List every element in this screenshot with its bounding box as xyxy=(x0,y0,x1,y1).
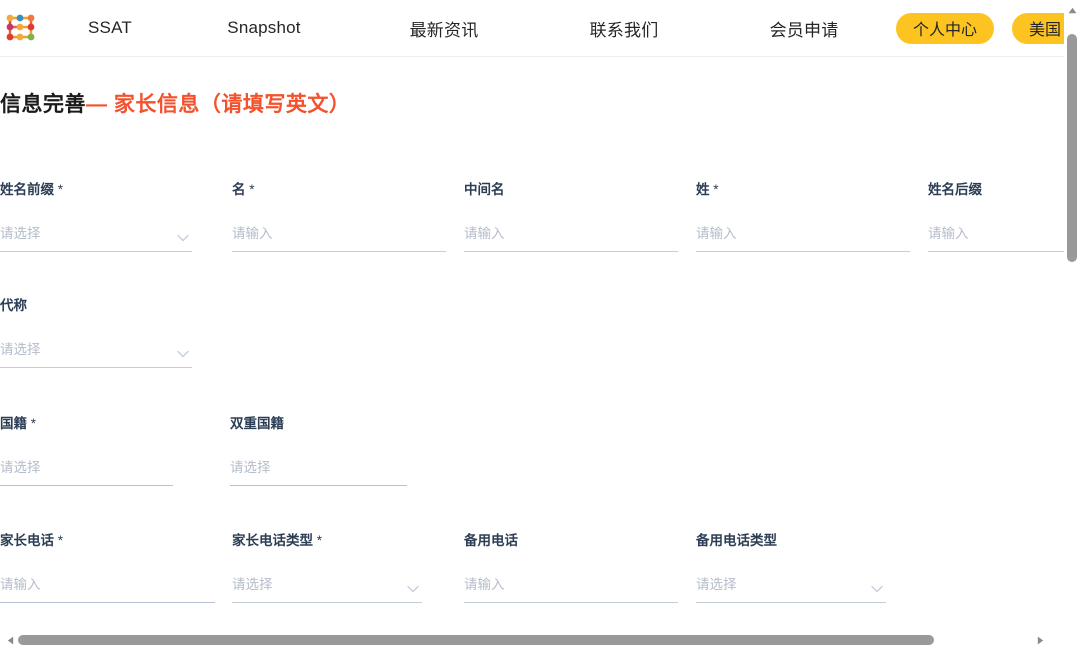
required-marker-parent-phone-type: * xyxy=(313,533,323,548)
select-name-prefix[interactable]: 请选择 xyxy=(0,222,192,252)
scroll-right-arrow-icon[interactable] xyxy=(1032,632,1048,648)
form-field-nationality: 国籍 * 请选择 xyxy=(0,416,173,486)
placeholder-backup-phone: 请输入 xyxy=(464,576,505,592)
form-field-name-prefix: 姓名前缀 * 请选择 xyxy=(0,182,192,252)
label-parent-phone-type: 家长电话类型 * xyxy=(232,533,323,548)
chevron-down-icon[interactable] xyxy=(177,234,189,242)
required-marker-parent-phone: * xyxy=(54,533,64,548)
placeholder-name-suffix: 请输入 xyxy=(928,225,969,241)
form-field-last-name: 姓 * 请输入 xyxy=(696,182,910,252)
placeholder-dual-nationality: 请选择 xyxy=(230,459,271,475)
placeholder-backup-phone-type: 请选择 xyxy=(696,576,737,592)
vertical-scroll-track[interactable] xyxy=(1064,16,1080,613)
horizontal-scroll-thumb[interactable] xyxy=(18,635,934,645)
placeholder-middle-name: 请输入 xyxy=(464,225,505,241)
required-marker-nationality: * xyxy=(27,416,37,431)
label-alias: 代称 xyxy=(0,298,27,313)
browser-page: SSAT Snapshot 最新资讯 联系我们 会员申请 个人中心 美国 信息完… xyxy=(0,0,1080,651)
form-field-dual-nationality: 双重国籍 请选择 xyxy=(230,416,407,486)
placeholder-parent-phone-type: 请选择 xyxy=(232,576,273,592)
input-first-name[interactable]: 请输入 xyxy=(232,222,446,252)
input-dual-nationality[interactable]: 请选择 xyxy=(230,456,407,486)
chevron-down-icon[interactable] xyxy=(177,350,189,358)
label-name-suffix: 姓名后缀 xyxy=(928,182,982,197)
required-marker-name-prefix: * xyxy=(54,182,64,197)
select-alias[interactable]: 请选择 xyxy=(0,338,192,368)
form-field-middle-name: 中间名 请输入 xyxy=(464,182,678,252)
placeholder-alias: 请选择 xyxy=(0,341,41,357)
scrollbar-corner xyxy=(1064,629,1080,651)
vertical-scroll-thumb[interactable] xyxy=(1067,34,1077,262)
select-backup-phone-type[interactable]: 请选择 xyxy=(696,573,886,603)
horizontal-scrollbar[interactable] xyxy=(0,629,1064,651)
select-parent-phone-type[interactable]: 请选择 xyxy=(232,573,422,603)
form-field-first-name: 名 * 请输入 xyxy=(232,182,446,252)
input-nationality[interactable]: 请选择 xyxy=(0,456,173,486)
label-backup-phone-type: 备用电话类型 xyxy=(696,533,777,548)
chevron-down-icon[interactable] xyxy=(407,585,419,593)
placeholder-parent-phone: 请输入 xyxy=(0,576,41,592)
input-name-suffix[interactable]: 请输入 xyxy=(928,222,1080,252)
placeholder-last-name: 请输入 xyxy=(696,225,737,241)
form-field-backup-phone-type: 备用电话类型 请选择 xyxy=(696,533,886,603)
label-dual-nationality: 双重国籍 xyxy=(230,416,284,431)
label-backup-phone: 备用电话 xyxy=(464,533,518,548)
placeholder-name-prefix: 请选择 xyxy=(0,225,41,241)
placeholder-first-name: 请输入 xyxy=(232,225,273,241)
input-middle-name[interactable]: 请输入 xyxy=(464,222,678,252)
placeholder-nationality: 请选择 xyxy=(0,459,41,475)
form-field-parent-phone: 家长电话 * 请输入 xyxy=(0,533,215,603)
label-middle-name: 中间名 xyxy=(464,182,505,197)
input-last-name[interactable]: 请输入 xyxy=(696,222,910,252)
input-parent-phone[interactable]: 请输入 xyxy=(0,573,215,603)
form-field-alias: 代称 请选择 xyxy=(0,298,192,368)
label-last-name: 姓 * xyxy=(696,182,719,197)
label-parent-phone: 家长电话 * xyxy=(0,533,64,548)
label-name-prefix: 姓名前缀 * xyxy=(0,182,64,197)
input-backup-phone[interactable]: 请输入 xyxy=(464,573,678,603)
label-nationality: 国籍 * xyxy=(0,416,37,431)
form-field-backup-phone: 备用电话 请输入 xyxy=(464,533,678,603)
required-marker-first-name: * xyxy=(245,182,255,197)
vertical-scrollbar[interactable] xyxy=(1064,0,1080,651)
chevron-down-icon[interactable] xyxy=(871,585,883,593)
parent-information-form: 姓名前缀 * 请选择名 * 请输入 中间名 请输入姓 * 请输入 姓名后缀 请输入 代称 请选择国… xyxy=(0,0,1080,628)
form-field-parent-phone-type: 家长电话类型 * 请选择 xyxy=(232,533,422,603)
form-field-name-suffix: 姓名后缀 请输入 xyxy=(928,182,1080,252)
label-first-name: 名 * xyxy=(232,182,255,197)
required-marker-last-name: * xyxy=(709,182,719,197)
scroll-left-arrow-icon[interactable] xyxy=(2,632,18,648)
